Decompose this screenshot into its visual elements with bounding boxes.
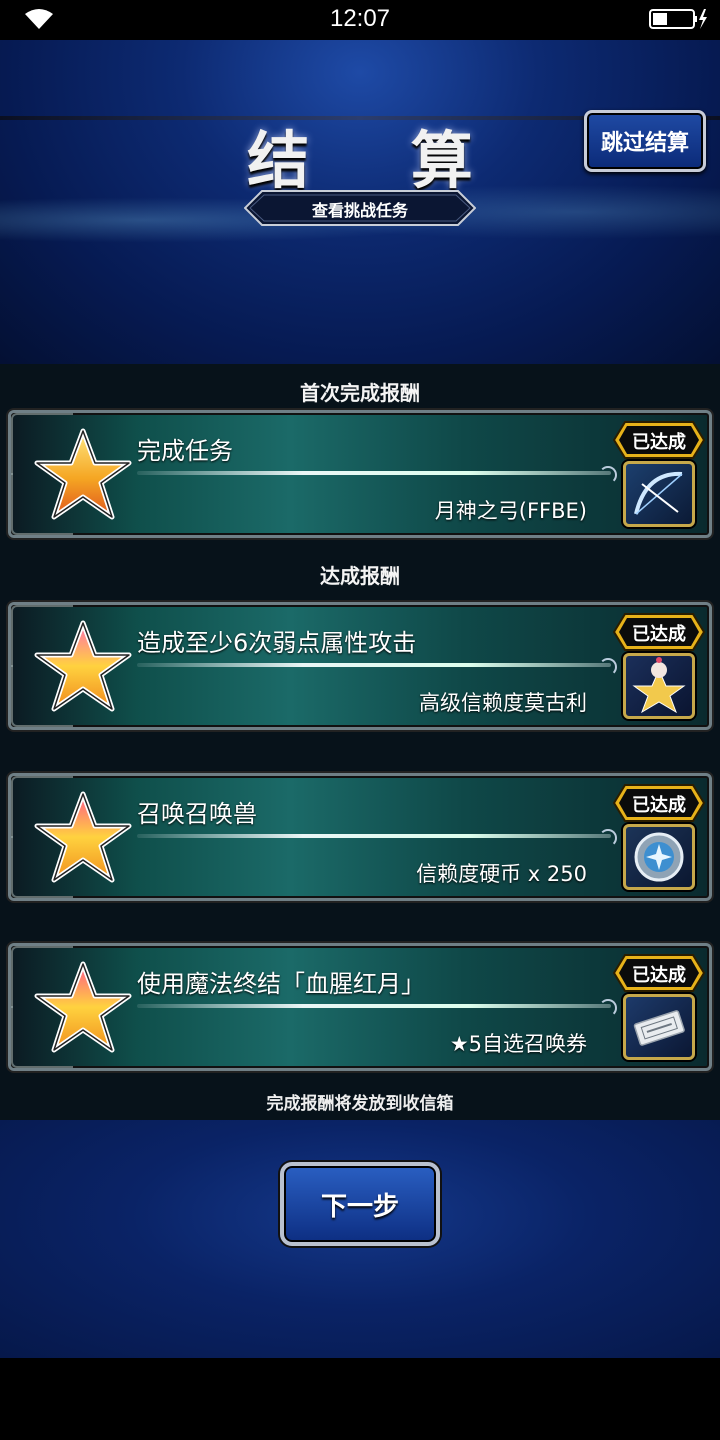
- achieved-label: 已达成: [632, 624, 686, 645]
- achievement-heading: 达成报酬: [320, 564, 400, 588]
- next-button[interactable]: 下一步: [280, 1162, 440, 1246]
- nav-bar-area: [0, 1358, 720, 1440]
- divider: [137, 999, 617, 1017]
- view-missions-button[interactable]: 查看挑战任务: [244, 190, 476, 226]
- achieved-badge: 已达成: [613, 613, 705, 651]
- status-bar: 12:07: [0, 0, 720, 40]
- divider: [137, 829, 617, 847]
- reward-card: 使用魔法终结「血腥红月」 ★5自选召唤券 已达成: [8, 943, 712, 1071]
- achieved-badge: 已达成: [613, 784, 705, 822]
- reward-card: 召唤召唤兽 信赖度硬币 x 250 已达成: [8, 773, 712, 901]
- reward-card: 造成至少6次弱点属性攻击 高级信赖度莫古利 已达成: [8, 602, 712, 730]
- reward-name: 月神之弓(FFBE): [434, 499, 587, 523]
- first-clear-heading: 首次完成报酬: [300, 381, 420, 405]
- star-icon: [34, 620, 132, 712]
- star-icon: [34, 791, 132, 883]
- reward-name: 高级信赖度莫古利: [419, 691, 587, 715]
- achieved-badge: 已达成: [613, 421, 705, 459]
- achieved-label: 已达成: [632, 432, 686, 453]
- view-missions-label: 查看挑战任务: [311, 201, 408, 220]
- coin-icon[interactable]: [623, 824, 695, 890]
- reward-name: ★5自选召唤券: [449, 1032, 587, 1056]
- mission-title: 完成任务: [137, 437, 233, 465]
- achieved-label: 已达成: [632, 965, 686, 986]
- reward-name: 信赖度硬币 x 250: [416, 862, 587, 886]
- achieved-badge: 已达成: [613, 954, 705, 992]
- skip-result-button[interactable]: 跳过结算: [584, 110, 706, 172]
- star-icon: [34, 961, 132, 1053]
- mission-title: 召唤召唤兽: [137, 800, 257, 828]
- star-icon: [34, 428, 132, 520]
- divider: [137, 658, 617, 676]
- achieved-label: 已达成: [632, 795, 686, 816]
- moogle-icon[interactable]: [623, 653, 695, 719]
- ticket-icon[interactable]: [623, 994, 695, 1060]
- bow-icon[interactable]: [623, 461, 695, 527]
- reward-card: 完成任务 月神之弓(FFBE) 已达成: [8, 410, 712, 538]
- clock: 12:07: [329, 5, 391, 32]
- mailbox-note: 完成报酬将发放到收信箱: [266, 1094, 454, 1114]
- battery-icon: [649, 9, 707, 29]
- divider: [137, 466, 617, 484]
- mission-title: 造成至少6次弱点属性攻击: [137, 629, 417, 657]
- mission-title: 使用魔法终结「血腥红月」: [137, 970, 425, 998]
